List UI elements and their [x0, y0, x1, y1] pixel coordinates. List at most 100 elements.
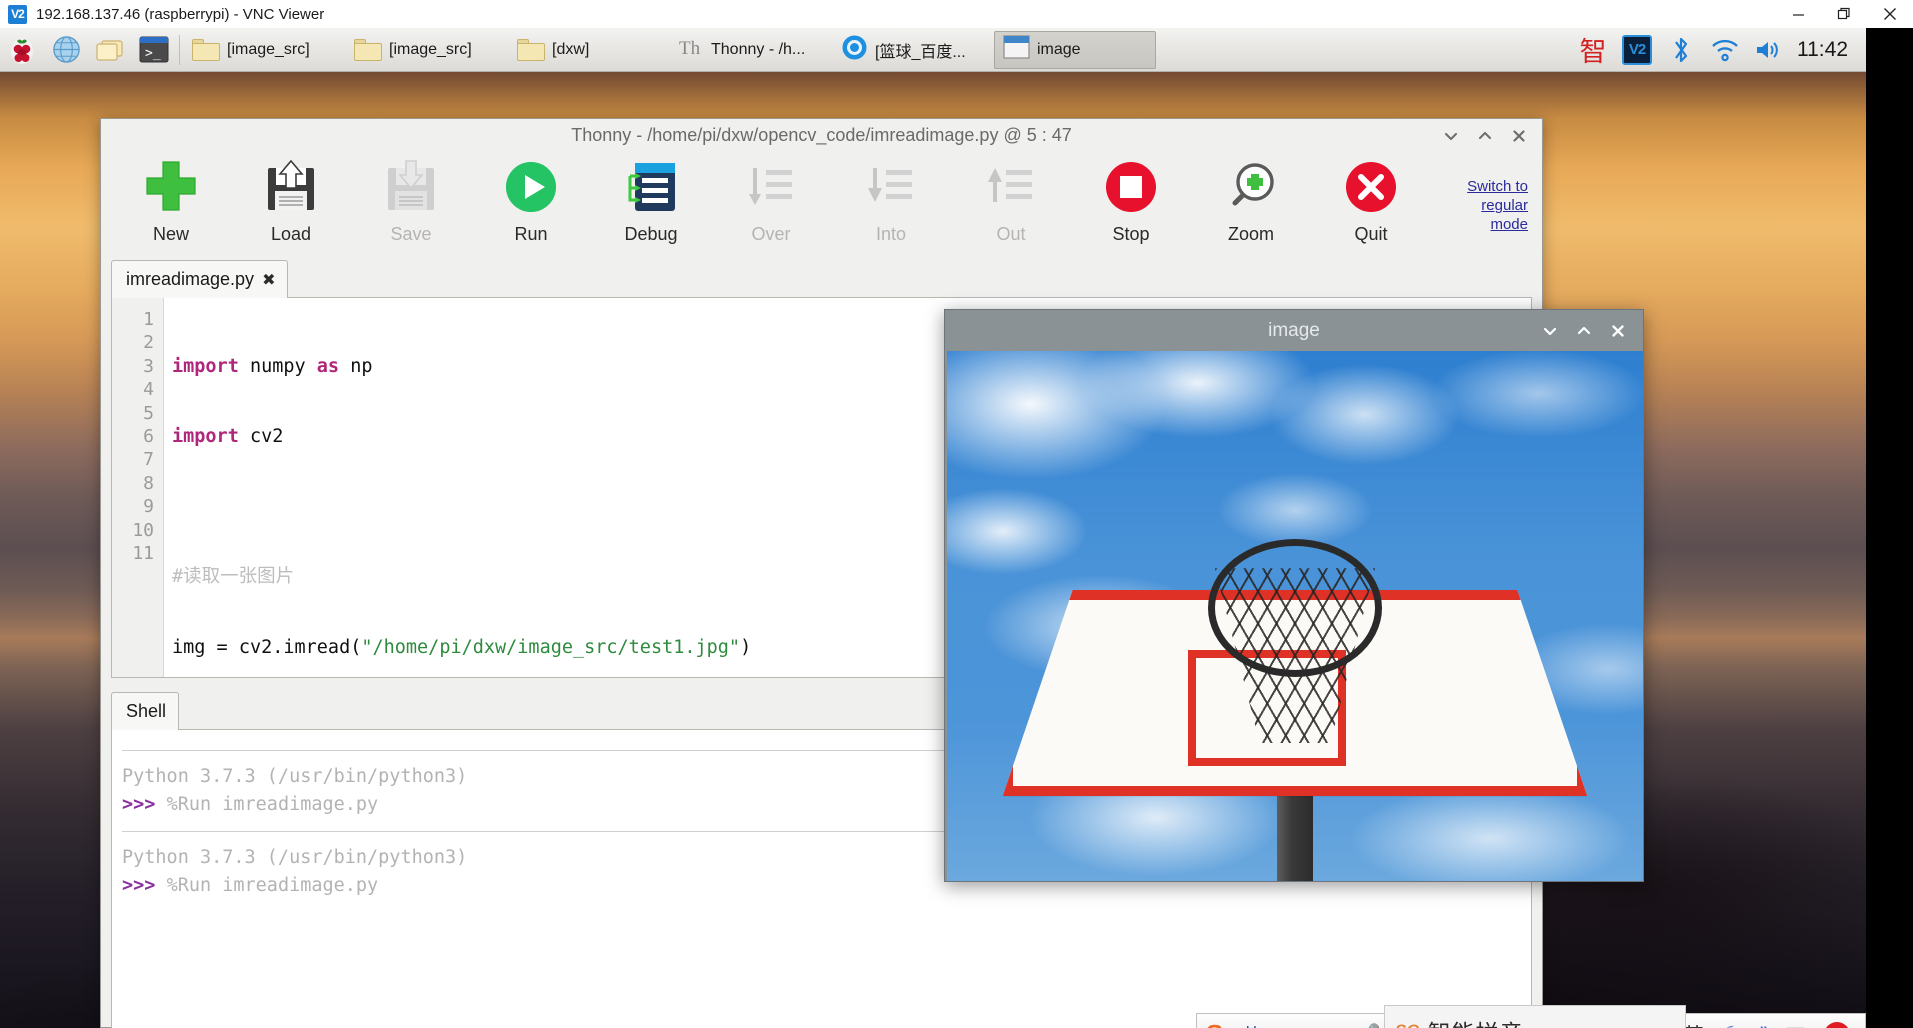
- step-out-icon: [951, 154, 1071, 220]
- vnc-logo-icon: V2: [8, 4, 27, 24]
- taskbar-clock[interactable]: 11:42: [1791, 38, 1862, 62]
- line-number: 4: [143, 379, 154, 401]
- help-icon[interactable]: ?: [1815, 1021, 1859, 1028]
- folder-icon: [517, 38, 545, 61]
- web-browser-launcher[interactable]: [44, 28, 88, 72]
- shell-command: %Run imreadimage.py: [166, 794, 379, 815]
- terminal-launcher[interactable]: >_: [132, 28, 176, 72]
- taskbar-item-image-src-2[interactable]: [image_src]: [345, 31, 508, 69]
- taskbar-item-label: [image_src]: [227, 40, 310, 58]
- step-over-button[interactable]: Over: [711, 152, 831, 245]
- line-number: 8: [143, 472, 154, 494]
- vnc-viewer-window: V2 192.168.137.46 (raspberrypi) - VNC Vi…: [0, 0, 1913, 1028]
- bluetooth-icon[interactable]: [1659, 28, 1703, 72]
- maximize-icon[interactable]: [1567, 310, 1601, 351]
- switch-mode-line2: regular: [1481, 197, 1528, 215]
- shell-prompt: >>>: [122, 875, 156, 896]
- emoji-icon[interactable]: ☺: [1308, 1023, 1346, 1028]
- line-number: 10: [132, 519, 154, 541]
- taskbar-item-dxw[interactable]: [dxw]: [508, 31, 670, 69]
- vnc-server-icon[interactable]: V2: [1615, 28, 1659, 72]
- raspberry-menu-button[interactable]: [0, 28, 44, 72]
- switch-mode-line3: mode: [1490, 216, 1528, 234]
- stop-icon: [1071, 154, 1191, 220]
- minimize-icon[interactable]: [1775, 0, 1821, 28]
- taskbar-item-label: [dxw]: [552, 40, 590, 58]
- sogou-logo-icon[interactable]: S: [1197, 1019, 1232, 1028]
- run-button[interactable]: Run: [471, 152, 591, 245]
- close-icon[interactable]: [1867, 0, 1913, 28]
- quit-button[interactable]: Quit: [1311, 152, 1431, 245]
- taskbar-item-image-src-1[interactable]: [image_src]: [183, 31, 345, 69]
- shell-prompt: >>>: [122, 794, 156, 815]
- step-out-button-label: Out: [996, 224, 1026, 244]
- debug-button-label: Debug: [624, 224, 678, 244]
- load-button[interactable]: Load: [231, 152, 351, 245]
- wifi-icon[interactable]: [1703, 28, 1747, 72]
- close-icon[interactable]: ✖: [262, 270, 275, 290]
- taskbar-item-label: image: [1037, 40, 1081, 58]
- sogou-small-logo-icon: SG: [1395, 1021, 1420, 1028]
- editor-tab-imreadimage[interactable]: imreadimage.py ✖: [111, 260, 289, 298]
- line-number: 2: [143, 332, 154, 354]
- step-over-icon: [711, 154, 831, 220]
- file-manager-launcher[interactable]: [88, 28, 132, 72]
- quit-icon: [1311, 154, 1431, 220]
- debug-button[interactable]: Debug: [591, 152, 711, 245]
- zoom-button[interactable]: Zoom: [1191, 152, 1311, 245]
- taskbar-separator: [179, 34, 180, 65]
- taskbar-item-chromium[interactable]: [篮球_百度...: [832, 31, 994, 69]
- zoom-icon: [1191, 154, 1311, 220]
- sogou-ime-popup[interactable]: SG 智能拼音: [1384, 1005, 1686, 1028]
- close-icon[interactable]: [1601, 310, 1635, 351]
- save-button[interactable]: Save: [351, 152, 471, 245]
- switch-to-regular-mode-link[interactable]: Switch to regular mode: [1432, 177, 1528, 235]
- opencv-image-window: image: [944, 309, 1644, 882]
- thonny-window-controls: [1434, 119, 1536, 152]
- system-tray: 智 V2 11:42: [1571, 28, 1866, 72]
- folder-icon: [192, 38, 220, 61]
- minimize-icon[interactable]: [1434, 119, 1468, 152]
- language-mode-button[interactable]: 英: [1232, 1020, 1270, 1028]
- taskbar-item-label: Thonny - /h...: [711, 40, 806, 58]
- punctuation-mode-button[interactable]: ，: [1270, 1020, 1308, 1028]
- save-button-label: Save: [390, 224, 432, 244]
- minimize-icon[interactable]: [1533, 310, 1567, 351]
- line-number: 11: [132, 543, 154, 565]
- thonny-window-title: Thonny - /home/pi/dxw/opencv_code/imread…: [571, 125, 1072, 145]
- load-button-label: Load: [270, 224, 312, 244]
- punctuation-icon[interactable]: ”: [1751, 1022, 1776, 1028]
- lxde-taskbar: >_ [image_src] [image_src] [dxw] Th Thon…: [0, 28, 1866, 72]
- basketball-hoop-image: [947, 351, 1643, 881]
- line-number-gutter: 1 2 3 4 5 6 7 8 9 10 11: [112, 298, 164, 677]
- window-icon: [1003, 35, 1030, 64]
- svg-text:Th: Th: [679, 38, 701, 59]
- switch-mode-line1: Switch to: [1467, 178, 1528, 195]
- vnc-window-controls: [1775, 0, 1913, 28]
- tab-shell[interactable]: Shell: [111, 692, 180, 730]
- new-button[interactable]: New: [111, 152, 231, 245]
- stop-button-label: Stop: [1112, 224, 1150, 244]
- line-number: 3: [143, 355, 154, 377]
- panel-icon[interactable]: ▤: [1776, 1022, 1815, 1028]
- editor-tab-label: imreadimage.py: [126, 269, 255, 289]
- close-icon[interactable]: [1502, 119, 1536, 152]
- run-button-label: Run: [514, 224, 548, 244]
- moon-icon[interactable]: ☾: [1713, 1022, 1751, 1028]
- shell-tab-label: Shell: [126, 701, 167, 721]
- volume-icon[interactable]: [1747, 28, 1791, 72]
- step-into-button[interactable]: Into: [831, 152, 951, 245]
- step-into-icon: [831, 154, 951, 220]
- zoom-button-label: Zoom: [1227, 224, 1274, 244]
- sogou-ime-icon[interactable]: 智: [1571, 28, 1615, 72]
- restore-icon[interactable]: [1821, 0, 1867, 28]
- taskbar-item-image-window[interactable]: image: [994, 30, 1156, 69]
- maximize-icon[interactable]: [1468, 119, 1502, 152]
- new-button-label: New: [152, 224, 189, 244]
- taskbar-item-thonny[interactable]: Th Thonny - /h...: [670, 31, 832, 69]
- stop-button[interactable]: Stop: [1071, 152, 1191, 245]
- step-out-button[interactable]: Out: [951, 152, 1071, 245]
- taskbar-item-label: [篮球_百度...: [875, 43, 966, 61]
- taskbar-item-label: [image_src]: [389, 40, 472, 58]
- ime-popup-name: 智能拼音: [1428, 1014, 1524, 1028]
